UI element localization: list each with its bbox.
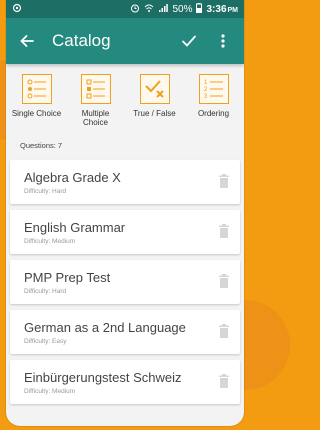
catalog-title: Algebra Grade X [24,170,121,185]
clock: 3:36PM [206,3,238,15]
trash-icon[interactable] [218,224,230,243]
battery-icon [196,2,203,16]
catalog-difficulty: Difficulty: Hard [24,288,67,295]
catalog-title: Einbürgerungstest Schweiz [24,370,182,385]
catalog-list: Algebra Grade X Difficulty: Hard English… [6,160,244,404]
page-title: Catalog [52,31,111,50]
list-item[interactable]: English Grammar Difficulty: Medium [10,210,240,254]
signal-icon [158,3,169,16]
list-item[interactable]: Algebra Grade X Difficulty: Hard [10,160,240,204]
trash-icon[interactable] [218,374,230,393]
type-label: True / False [133,109,176,118]
catalog-difficulty: Difficulty: Hard [24,188,67,195]
trash-icon[interactable] [218,174,230,193]
true-false-icon [139,74,170,104]
catalog-title: English Grammar [24,220,126,235]
catalog-title: German as a 2nd Language [24,320,186,335]
type-true-false[interactable]: True / False [126,74,183,127]
check-icon[interactable] [178,30,200,52]
questions-count: Questions: 7 [20,141,63,150]
single-choice-icon [21,74,52,104]
status-bar: 50% 3:36PM [6,0,244,18]
trash-icon[interactable] [218,324,230,343]
ordering-icon: 1 2 3 [198,74,229,104]
trash-icon[interactable] [218,274,230,293]
arrow-left-icon[interactable] [16,30,38,52]
list-item[interactable]: PMP Prep Test Difficulty: Hard [10,260,240,304]
status-right: 50% 3:36PM [130,2,238,16]
svg-text:3: 3 [204,94,208,100]
alarm-icon [130,3,140,16]
catalog-difficulty: Difficulty: Easy [24,338,67,345]
question-type-selector: Single Choice Multiple Choice True / Fal… [6,64,244,133]
type-label: Ordering [197,109,230,118]
phone-screen: 50% 3:36PM Catalog Single Choice Multipl… [6,0,244,426]
multiple-choice-icon [80,74,111,104]
camera-notification-icon [12,3,22,16]
type-single-choice[interactable]: Single Choice [8,74,65,127]
catalog-title: PMP Prep Test [24,270,111,285]
wifi-icon [144,3,154,16]
type-ordering[interactable]: 1 2 3 Ordering [185,74,242,127]
battery-level: 50% [172,3,193,15]
list-item[interactable]: Einbürgerungstest Schweiz Difficulty: Me… [10,360,240,404]
catalog-difficulty: Difficulty: Medium [24,238,76,245]
more-vert-icon[interactable] [212,30,234,52]
svg-text:2: 2 [204,87,208,93]
svg-text:1: 1 [204,80,208,86]
type-label: Single Choice [11,109,62,118]
type-label: Multiple Choice [81,109,110,127]
list-item[interactable]: German as a 2nd Language Difficulty: Eas… [10,310,240,354]
app-bar: Catalog [6,18,244,64]
type-multiple-choice[interactable]: Multiple Choice [67,74,124,127]
catalog-difficulty: Difficulty: Medium [24,388,76,395]
